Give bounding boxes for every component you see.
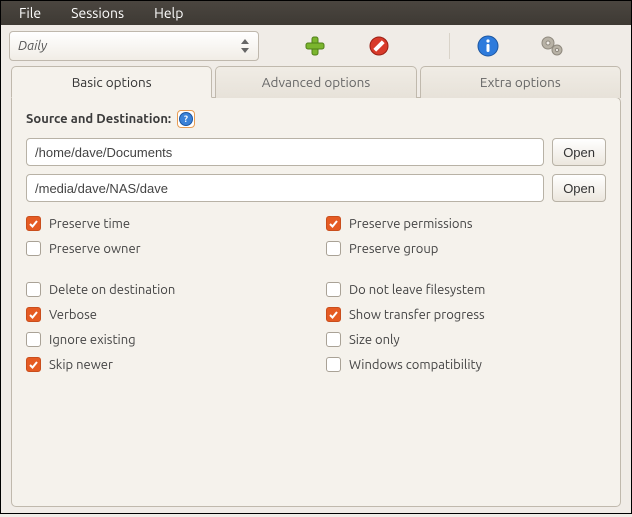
info-icon <box>477 35 499 57</box>
check-delete-on-destination[interactable]: Delete on destination <box>26 282 306 297</box>
cancel-button[interactable] <box>365 32 393 60</box>
check-preserve-time[interactable]: Preserve time <box>26 216 306 231</box>
check-skip-newer[interactable]: Skip newer <box>26 357 306 372</box>
info-button[interactable] <box>474 32 502 60</box>
toolbar-icons <box>301 32 566 60</box>
gears-icon <box>540 35 564 57</box>
tab-extra-options[interactable]: Extra options <box>420 66 621 98</box>
toolbar-separator <box>449 33 450 59</box>
check-preserve-owner[interactable]: Preserve owner <box>26 241 306 256</box>
check-verbose[interactable]: Verbose <box>26 307 306 322</box>
menu-file[interactable]: File <box>7 3 53 23</box>
help-button[interactable]: ? <box>177 110 195 128</box>
check-preserve-group[interactable]: Preserve group <box>326 241 606 256</box>
check-windows-compatibility[interactable]: Windows compatibility <box>326 357 606 372</box>
forbidden-icon <box>368 35 390 57</box>
dest-open-button[interactable]: Open <box>552 174 606 202</box>
basic-options-panel: Source and Destination: ? Open Open Pres… <box>11 97 621 507</box>
separator-row <box>26 266 606 272</box>
question-icon: ? <box>179 112 193 126</box>
section-title: Source and Destination: <box>26 112 171 126</box>
check-ignore-existing[interactable]: Ignore existing <box>26 332 306 347</box>
check-preserve-permissions[interactable]: Preserve permissions <box>326 216 606 231</box>
tabs: Basic options Advanced options Extra opt… <box>11 66 621 98</box>
updown-icon <box>240 39 250 53</box>
check-do-not-leave-filesystem[interactable]: Do not leave filesystem <box>326 282 606 297</box>
toolbar: Daily <box>1 25 631 65</box>
tab-advanced-options[interactable]: Advanced options <box>215 66 416 98</box>
check-show-transfer-progress[interactable]: Show transfer progress <box>326 307 606 322</box>
menubar: File Sessions Help <box>1 1 631 25</box>
plus-icon <box>304 35 326 57</box>
check-size-only[interactable]: Size only <box>326 332 606 347</box>
menu-sessions[interactable]: Sessions <box>59 3 136 23</box>
menu-help[interactable]: Help <box>142 3 195 23</box>
session-selector[interactable]: Daily <box>9 31 259 61</box>
add-button[interactable] <box>301 32 329 60</box>
dest-path-input[interactable] <box>26 174 544 202</box>
svg-text:?: ? <box>184 114 188 124</box>
preferences-button[interactable] <box>538 32 566 60</box>
source-open-button[interactable]: Open <box>552 138 606 166</box>
tab-basic-options[interactable]: Basic options <box>11 66 212 98</box>
session-name: Daily <box>18 39 47 53</box>
source-path-input[interactable] <box>26 138 544 166</box>
